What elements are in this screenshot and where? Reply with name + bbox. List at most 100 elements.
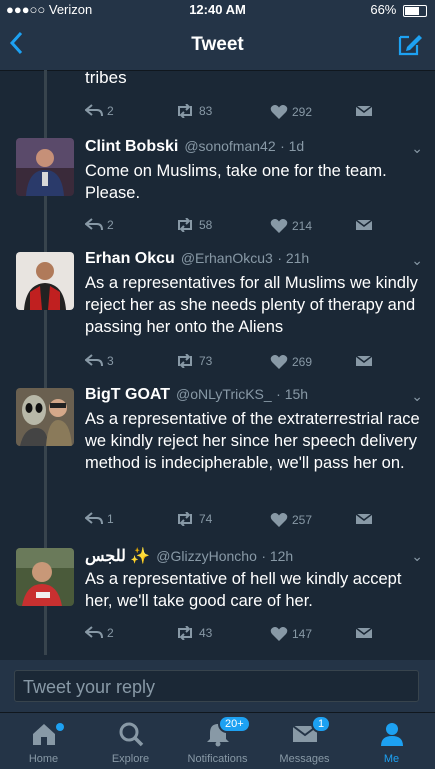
messages-badge: 1 bbox=[311, 715, 332, 733]
tweet-text: As a representative of the extraterrestr… bbox=[85, 410, 420, 472]
user-handle[interactable]: @sonofman42 bbox=[184, 138, 275, 154]
tweet-text: Come on Muslims, take one for the team. … bbox=[85, 162, 387, 202]
direct-message-button[interactable] bbox=[355, 104, 377, 118]
direct-message-button[interactable] bbox=[355, 354, 377, 368]
tweet-header: Erhan Okcu @ErhanOkcu3 · 21h bbox=[85, 250, 309, 268]
avatar[interactable] bbox=[16, 548, 74, 606]
chevron-down-icon[interactable]: ⌄ bbox=[411, 252, 423, 269]
retweet-button[interactable]: 74 bbox=[175, 512, 212, 526]
envelope-icon bbox=[355, 513, 373, 524]
reply-icon bbox=[85, 354, 103, 367]
direct-message-button[interactable] bbox=[355, 626, 377, 640]
user-handle[interactable]: @GlizzyHoncho bbox=[156, 548, 257, 564]
like-button[interactable]: 257 bbox=[270, 512, 312, 528]
like-count: 214 bbox=[292, 219, 313, 233]
retweet-icon bbox=[178, 354, 192, 368]
heart-icon bbox=[270, 219, 288, 233]
avatar[interactable] bbox=[16, 252, 74, 310]
tweet-actions: 2 83 292 bbox=[85, 104, 385, 124]
retweet-button[interactable]: 43 bbox=[175, 626, 212, 640]
display-name[interactable]: للجس ✨ bbox=[85, 548, 150, 565]
chevron-down-icon[interactable]: ⌄ bbox=[411, 388, 423, 405]
tab-home[interactable]: Home bbox=[0, 713, 87, 769]
tab-bar: Home Explore 20+ Notifications 1 Message… bbox=[0, 712, 435, 769]
tweet-header: Clint Bobski @sonofman42 · 1d bbox=[85, 138, 304, 156]
tab-label: Me bbox=[383, 753, 400, 765]
battery-indicator: 66% bbox=[370, 2, 427, 17]
retweet-count: 43 bbox=[199, 626, 213, 640]
chevron-down-icon[interactable]: ⌄ bbox=[411, 548, 423, 565]
reply-button[interactable]: 2 bbox=[85, 104, 114, 118]
tweet-actions: 2 58 214 bbox=[85, 218, 385, 238]
tab-notifications[interactable]: 20+ Notifications bbox=[174, 713, 261, 769]
tweet-text: As a representative of hell we kindly ac… bbox=[85, 570, 402, 610]
search-icon bbox=[119, 722, 144, 747]
display-name[interactable]: Erhan Okcu bbox=[85, 250, 175, 267]
tweet-text: As a representatives for all Muslims we … bbox=[85, 274, 418, 336]
notifications-badge: 20+ bbox=[218, 715, 251, 733]
retweet-button[interactable]: 58 bbox=[175, 218, 212, 232]
reply-icon bbox=[85, 218, 103, 231]
timestamp: · 12h bbox=[261, 548, 294, 564]
reply-button[interactable]: 2 bbox=[85, 626, 114, 640]
chevron-down-icon[interactable]: ⌄ bbox=[411, 140, 423, 157]
avatar[interactable] bbox=[16, 138, 74, 196]
timestamp: · 21h bbox=[277, 250, 310, 266]
reply-count: 1 bbox=[107, 512, 114, 526]
nav-bar: Tweet bbox=[0, 20, 435, 71]
tab-messages[interactable]: 1 Messages bbox=[261, 713, 348, 769]
like-button[interactable]: 214 bbox=[270, 218, 312, 234]
page-title: Tweet bbox=[191, 34, 244, 55]
envelope-icon bbox=[355, 219, 373, 230]
retweet-button[interactable]: 83 bbox=[175, 104, 212, 118]
user-handle[interactable]: @ErhanOkcu3 bbox=[181, 250, 273, 266]
like-count: 257 bbox=[292, 513, 313, 527]
like-button[interactable]: 269 bbox=[270, 354, 312, 370]
retweet-button[interactable]: 73 bbox=[175, 354, 212, 368]
tab-me[interactable]: Me bbox=[348, 713, 435, 769]
battery-percent: 66% bbox=[370, 2, 397, 17]
tab-label: Home bbox=[28, 753, 59, 765]
display-name[interactable]: BigT GOAT bbox=[85, 386, 170, 403]
tweet-actions: 1 74 257 bbox=[85, 512, 385, 532]
reply-count: 2 bbox=[107, 218, 114, 232]
tweet-header: BigT GOAT @oNLyTricKS_ · 15h bbox=[85, 386, 308, 404]
battery-icon bbox=[403, 4, 427, 17]
like-count: 269 bbox=[292, 355, 313, 369]
retweet-icon bbox=[178, 512, 192, 526]
heart-icon bbox=[270, 627, 288, 641]
direct-message-button[interactable] bbox=[355, 512, 377, 526]
reply-count: 2 bbox=[107, 104, 114, 118]
reply-count: 2 bbox=[107, 626, 114, 640]
retweet-icon bbox=[178, 218, 192, 232]
retweet-count: 58 bbox=[199, 218, 213, 232]
user-handle[interactable]: @oNLyTricKS_ bbox=[176, 386, 272, 402]
tab-label: Notifications bbox=[187, 753, 248, 765]
reply-icon bbox=[85, 512, 103, 525]
heart-icon bbox=[270, 105, 288, 119]
retweet-icon bbox=[178, 104, 192, 118]
retweet-icon bbox=[178, 626, 192, 640]
direct-message-button[interactable] bbox=[355, 218, 377, 232]
avatar[interactable] bbox=[16, 388, 74, 446]
heart-icon bbox=[270, 513, 288, 527]
envelope-icon bbox=[355, 627, 373, 638]
retweet-count: 83 bbox=[199, 104, 213, 118]
tab-explore[interactable]: Explore bbox=[87, 713, 174, 769]
like-count: 147 bbox=[292, 627, 313, 641]
reply-button[interactable]: 3 bbox=[85, 354, 114, 368]
heart-icon bbox=[270, 355, 288, 369]
like-button[interactable]: 147 bbox=[270, 626, 312, 642]
tab-label: Messages bbox=[279, 753, 330, 765]
tab-label: Explore bbox=[111, 753, 150, 765]
reply-button[interactable]: 2 bbox=[85, 218, 114, 232]
reply-button[interactable]: 1 bbox=[85, 512, 114, 526]
reply-input[interactable]: Tweet your reply bbox=[14, 670, 419, 702]
retweet-count: 73 bbox=[199, 354, 213, 368]
compose-icon[interactable] bbox=[397, 31, 423, 57]
reply-icon bbox=[85, 626, 103, 639]
tweet-header: للجس ✨ @GlizzyHoncho · 12h bbox=[85, 546, 293, 566]
like-button[interactable]: 292 bbox=[270, 104, 312, 120]
timestamp: · 1d bbox=[280, 138, 305, 154]
display-name[interactable]: Clint Bobski bbox=[85, 138, 178, 155]
